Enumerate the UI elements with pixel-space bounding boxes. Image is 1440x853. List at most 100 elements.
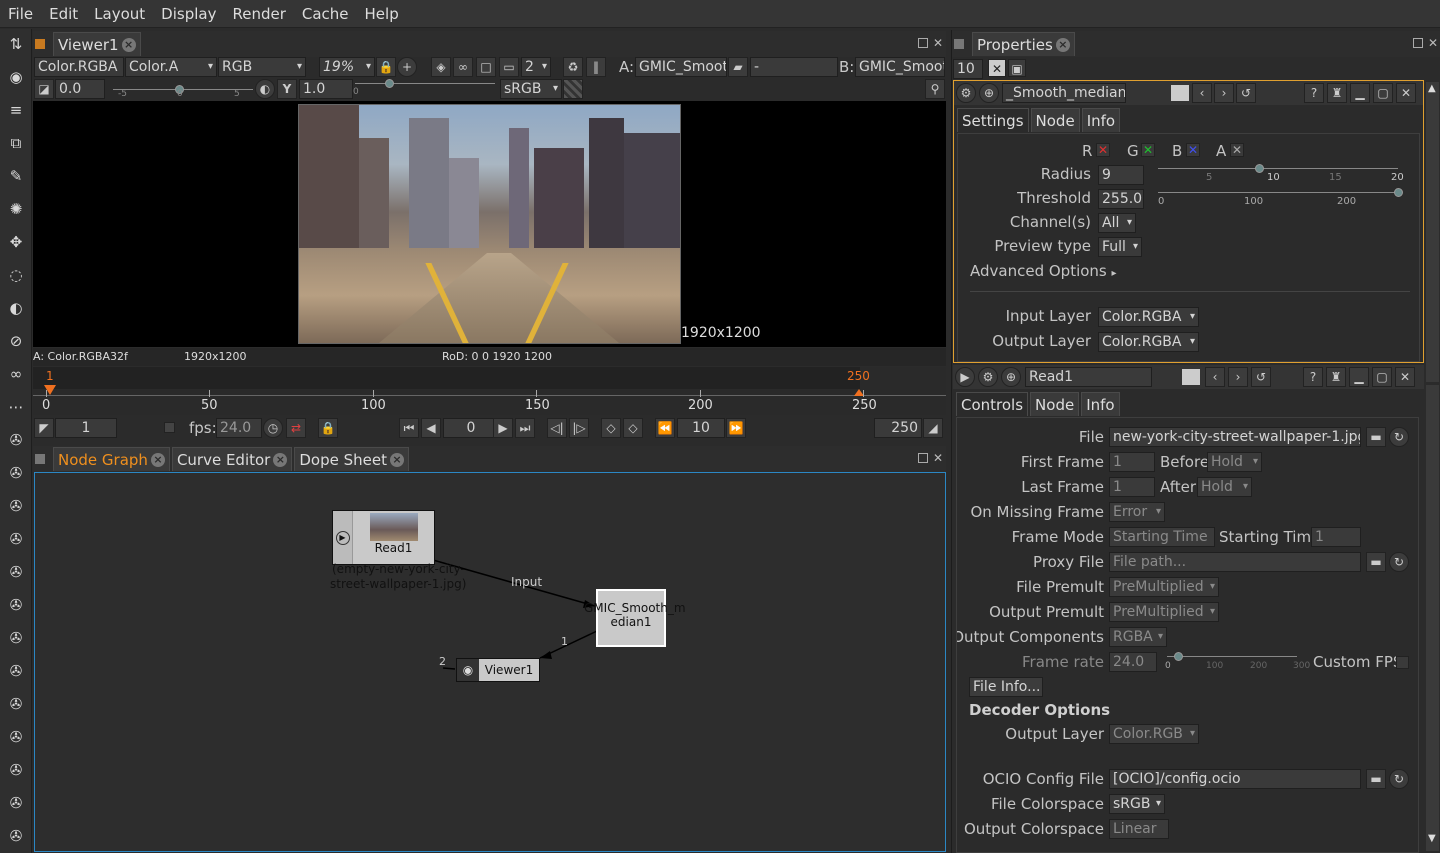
- reload-icon[interactable]: ↻: [1389, 427, 1409, 447]
- after-select[interactable]: Hold: [1197, 477, 1252, 497]
- play-forward-icon[interactable]: ▶: [493, 418, 513, 438]
- restore-defaults-icon[interactable]: ↺: [1236, 83, 1256, 103]
- tab-curve-editor[interactable]: Curve Editor ×: [171, 447, 293, 471]
- output-colorspace-select[interactable]: Linear: [1109, 819, 1169, 839]
- plugin-icon[interactable]: ✇: [6, 793, 26, 813]
- plugin-icon[interactable]: ✇: [6, 826, 26, 846]
- channel-g-checkbox[interactable]: ✕: [1141, 143, 1155, 157]
- node-color-swatch[interactable]: [1171, 85, 1189, 101]
- settings-icon[interactable]: ⚙: [956, 83, 976, 103]
- plugin-icon[interactable]: ✇: [6, 496, 26, 516]
- current-frame-field[interactable]: 1: [55, 418, 117, 438]
- gmic-node[interactable]: GMIC_Smooth_m edian1: [584, 589, 686, 647]
- tab-properties[interactable]: Properties ×: [972, 32, 1075, 56]
- plugin-icon[interactable]: ✇: [6, 529, 26, 549]
- lock-range-icon[interactable]: 🔒: [318, 418, 338, 438]
- hide-modified-icon[interactable]: ♜: [1327, 83, 1347, 103]
- menu-edit[interactable]: Edit: [41, 5, 86, 23]
- fps-reset-icon[interactable]: ◷: [263, 418, 283, 438]
- plugin-icon[interactable]: ✇: [6, 430, 26, 450]
- node-graph-canvas[interactable]: ▶ Read1 (empty-new-york-city- street-wal…: [34, 472, 946, 852]
- paint-tool-icon[interactable]: ◐: [6, 298, 26, 318]
- first-frame-field[interactable]: 1: [1109, 452, 1155, 472]
- channel-tool-icon[interactable]: ≡: [6, 100, 26, 120]
- close-icon[interactable]: ×: [389, 452, 404, 467]
- radius-field[interactable]: 9: [1098, 165, 1144, 185]
- frame-field[interactable]: 0: [443, 418, 499, 438]
- tab-viewer1[interactable]: Viewer1 ×: [53, 32, 141, 56]
- plugin-icon[interactable]: ✇: [6, 661, 26, 681]
- plugin-icon[interactable]: ✇: [6, 562, 26, 582]
- next-keyframe-icon[interactable]: ◇: [623, 418, 643, 438]
- proxy-level-select[interactable]: 2: [521, 57, 551, 77]
- last-frame-icon[interactable]: ⏭: [515, 418, 535, 438]
- settings-icon[interactable]: ⚙: [978, 367, 998, 387]
- plugin-icon[interactable]: ✇: [6, 595, 26, 615]
- checkerboard-icon[interactable]: [563, 79, 583, 99]
- compositing-icon[interactable]: ▰: [728, 57, 748, 77]
- menu-render[interactable]: Render: [224, 5, 293, 23]
- node-name-field[interactable]: _Smooth_median1: [1002, 83, 1126, 103]
- set-in-icon[interactable]: ◤: [34, 418, 54, 438]
- gamma-field[interactable]: 1.0: [299, 79, 353, 99]
- picker-icon[interactable]: ⚲: [925, 79, 945, 99]
- radius-slider-knob[interactable]: [1255, 164, 1264, 173]
- alpha-select[interactable]: Color.A: [125, 57, 217, 77]
- file-info-button[interactable]: File Info...: [969, 677, 1043, 697]
- lock-icon[interactable]: 🔒: [376, 57, 396, 77]
- properties-scrollbar[interactable]: [1426, 82, 1439, 382]
- viewer-node[interactable]: ◉ Viewer1: [456, 658, 540, 682]
- color-tool-icon[interactable]: ✎: [6, 166, 26, 186]
- node-name-field[interactable]: Read1: [1025, 367, 1152, 387]
- tab-controls[interactable]: Controls: [956, 392, 1029, 416]
- before-select[interactable]: Hold: [1207, 452, 1262, 472]
- input-b-select[interactable]: GMIC_Smoot: [855, 57, 945, 77]
- output-premult-select[interactable]: PreMultiplied: [1109, 602, 1219, 622]
- read-node[interactable]: ▶ Read1: [332, 510, 435, 565]
- tab-info[interactable]: Info: [1081, 392, 1120, 416]
- hide-modified-icon[interactable]: ♜: [1326, 367, 1346, 387]
- close-pane-icon[interactable]: ✕: [1428, 36, 1438, 50]
- channel-r-checkbox[interactable]: ✕: [1096, 143, 1110, 157]
- center-node-icon[interactable]: ⊕: [1001, 367, 1021, 387]
- clear-panels-icon[interactable]: ✕: [988, 59, 1006, 77]
- file-premult-select[interactable]: PreMultiplied: [1109, 577, 1219, 597]
- frame-rate-slider-track[interactable]: [1167, 656, 1297, 657]
- frame-rate-field[interactable]: 24.0: [1109, 652, 1157, 672]
- step-forward-icon[interactable]: ⏩: [726, 418, 746, 438]
- step-back-icon[interactable]: ⏪: [655, 418, 675, 438]
- minimize-panels-icon[interactable]: ▣: [1008, 59, 1026, 77]
- plugin-icon[interactable]: ✇: [6, 463, 26, 483]
- folder-icon[interactable]: ▬: [1366, 769, 1386, 789]
- scroll-down-icon[interactable]: ▼: [1428, 833, 1436, 844]
- gain-toggle-icon[interactable]: ◪: [34, 79, 54, 99]
- folder-icon[interactable]: ▬: [1366, 552, 1386, 572]
- plugin-icon[interactable]: ✇: [6, 727, 26, 747]
- tab-info[interactable]: Info: [1081, 108, 1121, 132]
- pane-menu-icon[interactable]: [35, 39, 45, 49]
- starting-time-field[interactable]: 1: [1311, 527, 1361, 547]
- close-icon[interactable]: ×: [1055, 37, 1070, 52]
- reload-icon[interactable]: ↻: [1389, 769, 1409, 789]
- image-tool-icon[interactable]: ◉: [6, 67, 26, 87]
- close-icon[interactable]: ×: [273, 452, 288, 467]
- folder-icon[interactable]: ▬: [1366, 427, 1386, 447]
- on-missing-select[interactable]: Error: [1109, 502, 1165, 522]
- menu-layout[interactable]: Layout: [86, 5, 153, 23]
- close-icon[interactable]: ×: [150, 452, 165, 467]
- read-scrollbar[interactable]: [1426, 385, 1439, 851]
- menu-cache[interactable]: Cache: [294, 5, 357, 23]
- threshold-field[interactable]: 255.0: [1098, 189, 1144, 209]
- operation-select[interactable]: -: [750, 57, 838, 77]
- threshold-slider-knob[interactable]: [1394, 188, 1403, 197]
- other-tool-icon[interactable]: ⋯: [6, 397, 26, 417]
- input-layer-select[interactable]: Color.RGBA: [1098, 307, 1199, 327]
- redo-icon[interactable]: ›: [1214, 83, 1234, 103]
- zoom-select[interactable]: 19%: [319, 57, 375, 77]
- menu-display[interactable]: Display: [153, 5, 224, 23]
- views-tool-icon[interactable]: ∞: [6, 364, 26, 384]
- close-pane-icon[interactable]: ✕: [933, 451, 943, 465]
- loop-mode-icon[interactable]: ⇄: [286, 418, 306, 438]
- transform-tool-icon[interactable]: ✥: [6, 232, 26, 252]
- turbo-checkbox[interactable]: [164, 422, 175, 433]
